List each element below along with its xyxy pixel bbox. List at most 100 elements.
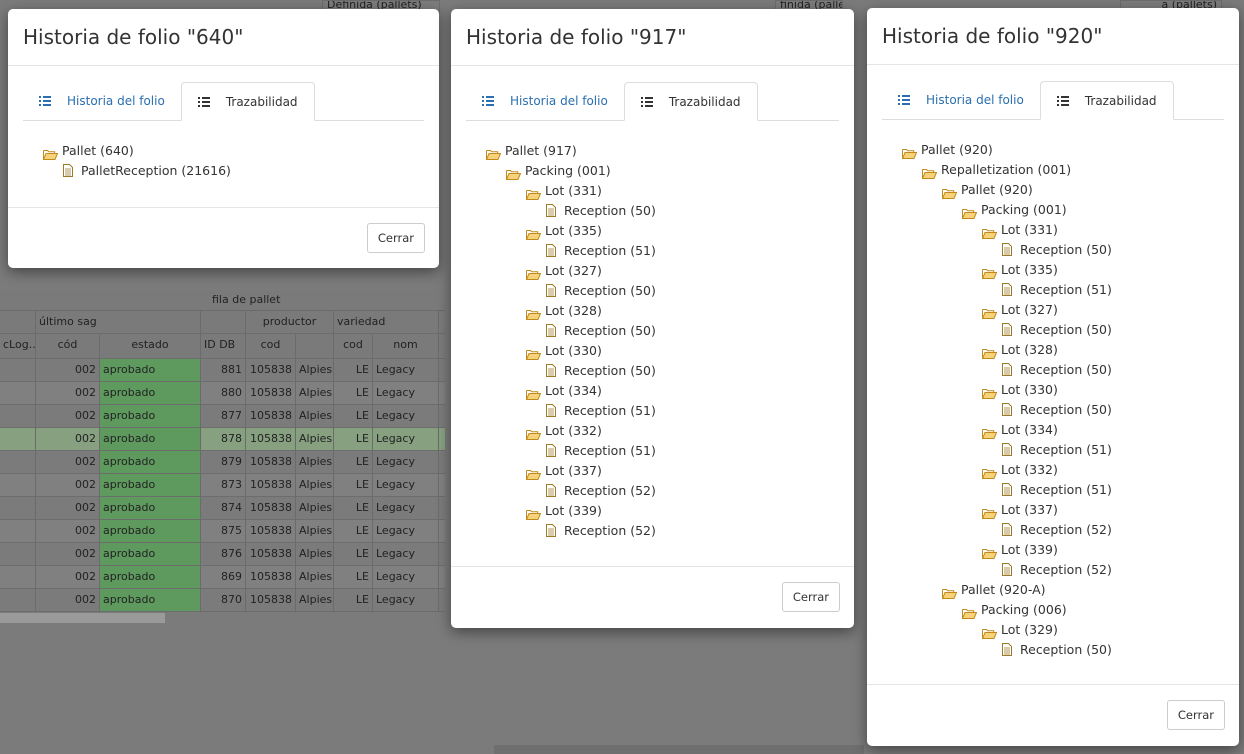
table-cell: 879 [201, 451, 246, 473]
list-icon [197, 96, 210, 107]
tree-node[interactable]: Lot (329) [902, 620, 1239, 640]
folder-open-icon [901, 145, 918, 159]
tree-leaf[interactable]: Reception (50) [902, 240, 1239, 260]
table-cell: 874 [201, 497, 246, 519]
folder-open-icon [525, 386, 542, 400]
tree-leaf[interactable]: PalletReception (21616) [43, 161, 439, 181]
close-button[interactable]: Cerrar [781, 582, 840, 612]
table-row[interactable]: 002 aprobado 881 105838 Alpies LE Legacy [0, 359, 445, 382]
table-row[interactable]: 002 aprobado 875 105838 Alpies LE Legacy [0, 520, 445, 543]
tree-node[interactable]: Lot (331) [902, 220, 1239, 240]
table-cell: aprobado [100, 566, 201, 588]
table-row[interactable]: 002 aprobado 879 105838 Alpies LE Legacy [0, 451, 445, 474]
folder-open-icon [525, 466, 542, 480]
tree-node[interactable]: Pallet (917) [485, 141, 854, 161]
tree-leaf[interactable]: Reception (52) [486, 521, 854, 541]
table-row[interactable]: 002 aprobado 878 105838 Alpies LE Legacy [0, 428, 445, 451]
close-button[interactable]: Cerrar [1166, 700, 1225, 730]
tab-label: Historia del folio [926, 93, 1024, 107]
tree-node[interactable]: Lot (339) [902, 540, 1239, 560]
tree-node[interactable]: Lot (337) [902, 500, 1239, 520]
tree-node[interactable]: Lot (339) [486, 501, 854, 521]
tree-node[interactable]: Packing (001) [902, 200, 1239, 220]
tree-node[interactable]: Lot (328) [486, 301, 854, 321]
tree-leaf[interactable]: Reception (50) [902, 400, 1239, 420]
tree-node[interactable]: Lot (337) [486, 461, 854, 481]
table-row[interactable]: 002 aprobado 880 105838 Alpies LE Legacy [0, 382, 445, 405]
tree-node[interactable]: Lot (335) [902, 260, 1239, 280]
tree-leaf[interactable]: Reception (52) [902, 560, 1239, 580]
tree-leaf[interactable]: Reception (50) [902, 640, 1239, 660]
tree-node[interactable]: Packing (001) [486, 161, 854, 181]
tree-node-label: Pallet (920-A) [961, 582, 1046, 597]
tree-node[interactable]: Pallet (920-A) [902, 580, 1239, 600]
table-row[interactable]: 002 aprobado 876 105838 Alpies LE Legacy [0, 543, 445, 566]
tree-node[interactable]: Lot (331) [486, 181, 854, 201]
tree-leaf[interactable]: Reception (50) [902, 360, 1239, 380]
table-row[interactable]: 002 aprobado 869 105838 Alpies LE Legacy [0, 566, 445, 589]
modal-header: Historia de folio "917" [451, 9, 854, 66]
tree-node[interactable]: Lot (332) [902, 460, 1239, 480]
table-row[interactable]: 002 aprobado 874 105838 Alpies LE Legacy [0, 497, 445, 520]
tree-node[interactable]: Packing (006) [902, 600, 1239, 620]
tree-node[interactable]: Lot (327) [486, 261, 854, 281]
tree-node[interactable]: Lot (334) [486, 381, 854, 401]
tab-trazabilidad[interactable]: Trazabilidad [1039, 81, 1174, 120]
table-cell: 105838 [246, 566, 296, 588]
table-row[interactable]: 002 aprobado 873 105838 Alpies LE Legacy [0, 474, 445, 497]
list-icon [898, 95, 910, 105]
close-button[interactable]: Cerrar [366, 223, 425, 253]
folder-open-icon [505, 166, 522, 180]
tab-trazabilidad[interactable]: Trazabilidad [623, 82, 758, 121]
tree-node[interactable]: Lot (334) [902, 420, 1239, 440]
tree-node[interactable]: Pallet (640) [42, 141, 439, 161]
tree-node[interactable]: Pallet (920) [901, 140, 1239, 160]
tree-node-label: Reception (51) [1020, 442, 1112, 457]
tab-historia[interactable]: Historia del folio [23, 82, 181, 120]
tree-leaf[interactable]: Reception (51) [902, 280, 1239, 300]
tab-historia[interactable]: Historia del folio [882, 81, 1040, 119]
tree-node-label: Reception (52) [564, 523, 656, 538]
tree-leaf[interactable]: Reception (50) [486, 281, 854, 301]
tree-leaf[interactable]: Reception (50) [486, 201, 854, 221]
tree-leaf[interactable]: Reception (50) [486, 321, 854, 341]
table-row[interactable]: 002 aprobado 877 105838 Alpies LE Legacy [0, 405, 445, 428]
tree-leaf[interactable]: Reception (51) [486, 441, 854, 461]
tree-node[interactable]: Lot (328) [902, 340, 1239, 360]
table-cell: Alpies [296, 405, 334, 427]
table-cell: 105838 [246, 451, 296, 473]
tree-leaf[interactable]: Reception (51) [486, 401, 854, 421]
table-cell: 105838 [246, 497, 296, 519]
tree-leaf[interactable]: Reception (51) [902, 480, 1239, 500]
tree-leaf[interactable]: Reception (52) [902, 520, 1239, 540]
tree-leaf[interactable]: Reception (50) [486, 361, 854, 381]
tab-historia[interactable]: Historia del folio [466, 82, 624, 120]
tree-node[interactable]: Repalletization (001) [902, 160, 1239, 180]
tree-node[interactable]: Lot (330) [486, 341, 854, 361]
tree-node[interactable]: Pallet (920) [902, 180, 1239, 200]
table-cell: Alpies [296, 497, 334, 519]
tab-trazabilidad[interactable]: Trazabilidad [180, 82, 315, 121]
tree-node[interactable]: Lot (332) [486, 421, 854, 441]
tree-node[interactable]: Lot (335) [486, 221, 854, 241]
folder-open-icon [485, 146, 502, 160]
table-row[interactable]: 002 aprobado 870 105838 Alpies LE Legacy [0, 589, 445, 612]
table-cell: 105838 [246, 405, 296, 427]
tree-node-label: Reception (51) [564, 443, 656, 458]
tree-leaf[interactable]: Reception (51) [486, 241, 854, 261]
tree-node[interactable]: Lot (330) [902, 380, 1239, 400]
bg-horizontal-scrollbar[interactable] [0, 613, 165, 623]
bg-panel-edge [494, 745, 864, 754]
file-icon [1002, 322, 1012, 336]
file-icon [1002, 282, 1012, 296]
tree-node-label: Lot (337) [1001, 502, 1058, 517]
tree-leaf[interactable]: Reception (51) [902, 440, 1239, 460]
tree-node-label: Repalletization (001) [941, 162, 1072, 177]
tree-node[interactable]: Lot (327) [902, 300, 1239, 320]
table-cell: 105838 [246, 382, 296, 404]
tree-leaf[interactable]: Reception (52) [486, 481, 854, 501]
table-cell: Legacy [373, 405, 439, 427]
file-icon [546, 243, 556, 257]
folder-open-icon [981, 625, 998, 639]
tree-leaf[interactable]: Reception (50) [902, 320, 1239, 340]
